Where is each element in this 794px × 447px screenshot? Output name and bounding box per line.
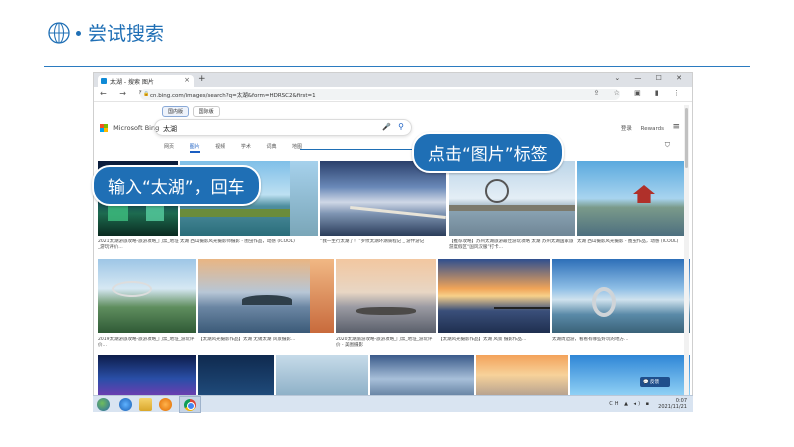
rewards-link[interactable]: Rewards	[641, 126, 664, 132]
result-image[interactable]	[198, 259, 334, 333]
chrome-icon	[184, 399, 196, 411]
filter-icon[interactable]: ⛉	[665, 141, 670, 150]
slide-title: 尝试搜索	[88, 23, 165, 45]
menu-icon[interactable]: ≡	[672, 122, 680, 132]
result-caption[interactable]: 太湖 西山摄影风光摄影 - 图虫作品，动感 (ICOOL)	[577, 239, 689, 245]
clock-date: 2021/11/21	[658, 404, 687, 410]
callout-input-hint: 输入“太湖”，回车	[92, 165, 261, 206]
tab-web[interactable]: 网页	[164, 143, 174, 150]
bing-logo[interactable]: Microsoft Bing	[100, 124, 159, 132]
result-image[interactable]	[570, 355, 690, 395]
tab-videos[interactable]: 视频	[215, 143, 225, 150]
globe-icon	[48, 22, 70, 44]
clock[interactable]: 0:07 2021/11/21	[658, 398, 687, 410]
windows-taskbar: CH ▲ ◂) ▪ 0:07 2021/11/21	[93, 395, 693, 413]
browser-tab[interactable]: 太湖 - 搜索 图片 ×	[98, 75, 194, 87]
result-image[interactable]	[577, 161, 689, 236]
window-controls[interactable]: ⌄ — ☐ ✕	[614, 74, 688, 82]
callout-click-hint: 点击“图片”标签	[412, 132, 564, 173]
bing-user-links: 登录 Rewards	[621, 124, 664, 132]
url-input[interactable]: 🔒 cn.bing.com/images/search?q=太湖&form=HD…	[140, 89, 620, 100]
chrome-taskbar-button[interactable]	[179, 396, 201, 413]
result-caption[interactable]: “我一生行太湖了！”罗纹太湖环湖骑程记 _ 游伴游记	[320, 239, 446, 245]
result-caption[interactable]: 【太湖风光摄影作品】太湖 风景 摄影作品…	[438, 337, 550, 343]
search-nav-tabs: 网页 图片 视频 学术 词典 地图	[164, 143, 316, 153]
result-image[interactable]	[198, 355, 274, 395]
result-caption[interactable]: 2019太湖游旅攻略-旅游攻略_门票_地址_游玩评价…	[98, 337, 196, 349]
region-switch: 国内版 国际版	[162, 106, 222, 117]
callout-connector	[300, 149, 412, 150]
microphone-icon[interactable]: 🎤	[382, 123, 391, 131]
login-link[interactable]: 登录	[621, 126, 632, 132]
result-caption[interactable]: 【推荐攻略】苏州太湖旅游最佳游玩攻略 太湖 苏州太湖国家旅游度假区“国风汉服”打…	[449, 239, 575, 251]
new-tab-button[interactable]: +	[198, 74, 206, 84]
result-caption[interactable]: 【太湖风光摄影作品】太湖 无锡太湖 风景摄影…	[198, 337, 334, 343]
result-caption[interactable]: 2020太湖旅游攻略-旅游攻略_门票_地址_游玩评价 - 美图摄影	[336, 337, 436, 349]
system-tray-icons[interactable]: CH ▲ ◂) ▪	[609, 401, 651, 407]
result-image[interactable]	[98, 259, 196, 333]
result-image[interactable]	[476, 355, 568, 395]
page-scrollbar[interactable]	[684, 105, 689, 395]
browser-toolbar-icons[interactable]: ⇪ ☆ ▣ ▮ ⋮	[593, 89, 686, 97]
lock-icon: 🔒	[143, 91, 150, 97]
header-divider	[44, 66, 750, 67]
result-caption[interactable]: 2021太湖游旅攻略-旅游攻略_门票_地址_游玩评价…	[98, 239, 180, 251]
browser-tabbar: 太湖 - 搜索 图片 × + ⌄ — ☐ ✕	[94, 73, 692, 87]
close-tab-icon[interactable]: ×	[184, 76, 190, 84]
ie-icon[interactable]	[119, 398, 132, 411]
media-player-icon[interactable]	[159, 398, 172, 411]
search-input[interactable]: 太湖 🎤 ⚲	[154, 119, 412, 136]
folder-icon[interactable]	[139, 398, 152, 411]
result-image[interactable]	[370, 355, 474, 395]
region-international-button[interactable]: 国际版	[192, 106, 220, 117]
result-image[interactable]	[438, 259, 550, 333]
tab-academic[interactable]: 学术	[241, 143, 251, 150]
tab-dictionary[interactable]: 词典	[266, 143, 276, 150]
browser-window: 太湖 - 搜索 图片 × + ⌄ — ☐ ✕ ← → ↻ 🔒 cn.bing.c…	[93, 72, 693, 412]
bing-favicon-icon	[101, 78, 107, 84]
address-bar-row: ← → ↻ 🔒 cn.bing.com/images/search?q=太湖&f…	[94, 87, 692, 102]
result-caption[interactable]: 太湖 西山摄影风光摄影师摄影 - 图虫作品，动感 (ICOOL)	[180, 239, 318, 245]
microsoft-logo-icon	[100, 124, 108, 132]
region-domestic-button[interactable]: 国内版	[162, 106, 190, 117]
result-image[interactable]	[98, 355, 196, 395]
bing-logo-text: Microsoft Bing	[113, 124, 160, 132]
result-image[interactable]	[276, 355, 368, 395]
feedback-button[interactable]: 💬 反馈	[640, 377, 670, 387]
search-query: 太湖	[163, 125, 177, 133]
search-icon[interactable]: ⚲	[398, 122, 404, 131]
scrollbar-thumb[interactable]	[685, 108, 688, 168]
slide-header: 尝试搜索	[0, 0, 794, 70]
tab-images[interactable]: 图片	[189, 143, 200, 153]
result-image[interactable]	[336, 259, 436, 333]
result-caption[interactable]: 太湖周边游，看看有哪些好玩的地方…	[552, 337, 690, 343]
bullet-dot	[76, 31, 81, 36]
tab-title: 太湖 - 搜索 图片	[110, 79, 154, 86]
start-button-icon[interactable]	[97, 398, 110, 411]
result-image[interactable]	[552, 259, 690, 333]
url-text: cn.bing.com/images/search?q=太湖&form=HDRS…	[150, 93, 316, 99]
